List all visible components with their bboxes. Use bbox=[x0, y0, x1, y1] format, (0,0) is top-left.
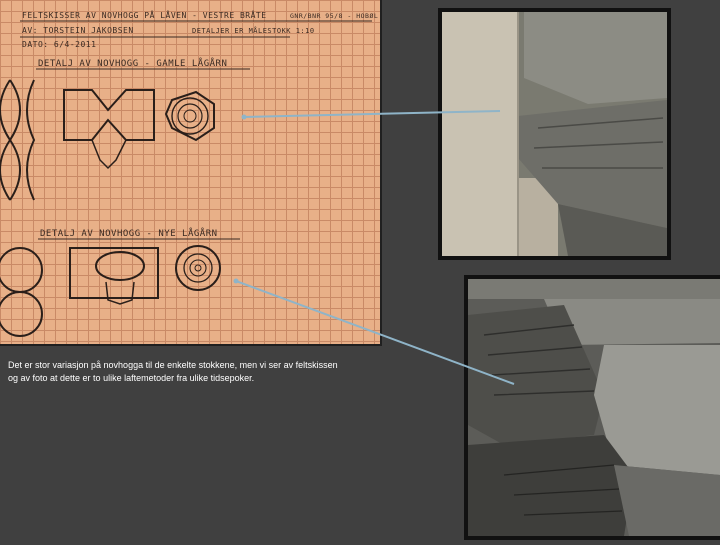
caption-text: Det er stor variasjon på novhogga til de… bbox=[8, 359, 388, 385]
connector-arrows bbox=[233, 110, 515, 385]
arrow-to-photo-old bbox=[241, 110, 501, 120]
caption-line-1: Det er stor variasjon på novhogga til de… bbox=[8, 360, 338, 370]
caption-line-2: og av foto at dette er to ulike laftemet… bbox=[8, 373, 255, 383]
